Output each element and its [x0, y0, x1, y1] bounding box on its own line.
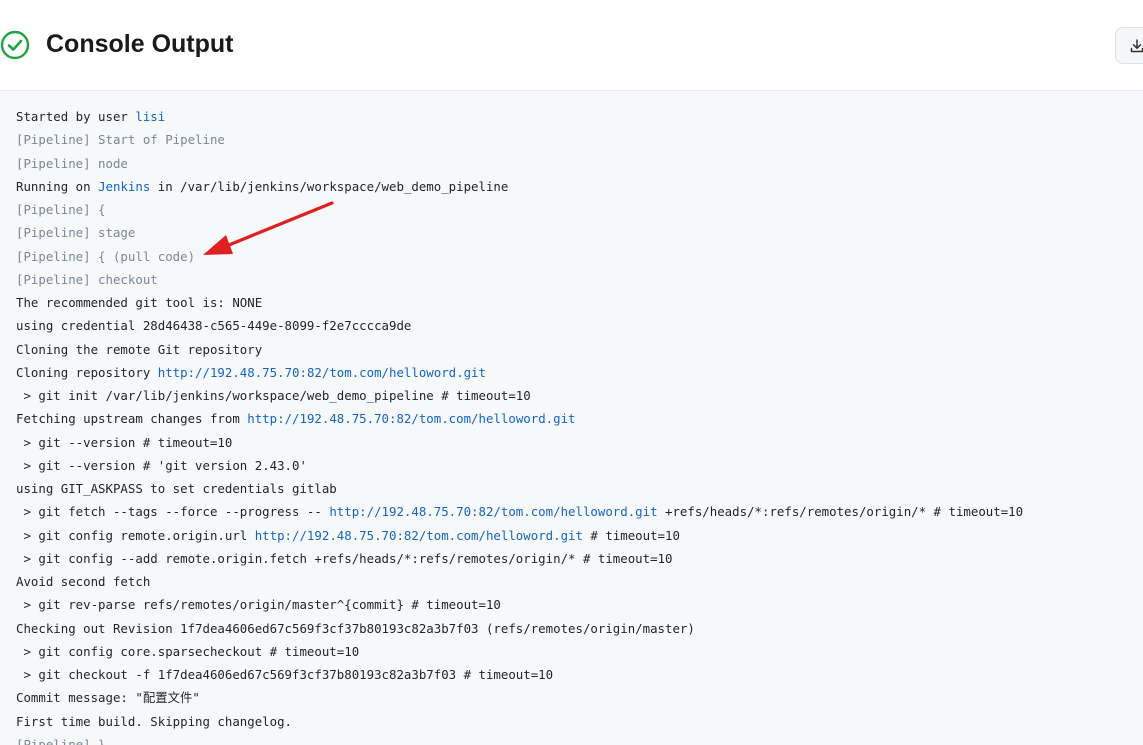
console-text: [Pipeline] stage: [16, 225, 136, 241]
console-line: Cloning the remote Git repository: [16, 338, 1023, 361]
console-text: > git --version # timeout=10: [16, 434, 233, 450]
console-line: > git init /var/lib/jenkins/workspace/we…: [16, 384, 1023, 407]
console-line: The recommended git tool is: NONE: [16, 291, 1023, 314]
console-text: [Pipeline] {: [16, 202, 106, 217]
console-text: using credential 28d46438-c565-449e-8099…: [16, 318, 412, 334]
console-text: > git fetch --tags --force --progress --: [16, 504, 330, 520]
console-text: > git config --add remote.origin.fetch +…: [16, 550, 673, 566]
console-text: First time build. Skipping changelog.: [16, 713, 293, 729]
console-text: [Pipeline] }: [16, 736, 106, 745]
console-lines: Started by user lisi [Pipeline] Start of …: [16, 105, 1023, 745]
page-header: Console Output: [0, 0, 1143, 90]
console-link[interactable]: lisi: [135, 109, 165, 124]
console-text: # timeout=10: [582, 527, 680, 543]
console-line: First time build. Skipping changelog.: [16, 710, 1023, 733]
console-text: Avoid second fetch: [16, 574, 151, 589]
console-line: Fetching upstream changes from http://19…: [16, 407, 1023, 430]
console-text: Running on: [16, 178, 99, 194]
console-text: > git rev-parse refs/remotes/origin/mast…: [16, 597, 501, 613]
console-line: [Pipeline] { (pull code): [16, 245, 1023, 268]
console-line: using GIT_ASKPASS to set credentials git…: [16, 477, 1023, 500]
console-text: [Pipeline] checkout: [16, 271, 158, 287]
console-text: in /var/lib/jenkins/workspace/web_demo_p…: [150, 178, 509, 194]
console-text: Commit message: "配置文件": [16, 690, 200, 706]
console-line: Started by user lisi: [16, 105, 1023, 128]
console-text: Checking out Revision 1f7dea4606ed67c569…: [16, 620, 695, 636]
console-line: [Pipeline] {: [16, 198, 1023, 221]
console-link[interactable]: http://192.48.75.70:82/tom.com/helloword…: [158, 365, 486, 380]
console-output: Started by user lisi [Pipeline] Start of …: [0, 90, 1143, 745]
console-text: > git config core.sparsecheckout # timeo…: [16, 643, 360, 659]
console-line: > git rev-parse refs/remotes/origin/mast…: [16, 593, 1023, 616]
console-link[interactable]: http://192.48.75.70:82/tom.com/helloword…: [247, 411, 575, 426]
console-line: using credential 28d46438-c565-449e-8099…: [16, 314, 1023, 337]
console-text: +refs/heads/*:refs/remotes/origin/* # ti…: [657, 504, 1024, 520]
console-text: Cloning the remote Git repository: [16, 341, 263, 357]
console-line: > git --version # timeout=10: [16, 431, 1023, 454]
console-line: > git checkout -f 1f7dea4606ed67c569f3cf…: [16, 663, 1023, 686]
download-icon: [1130, 39, 1143, 53]
console-text: using GIT_ASKPASS to set credentials git…: [16, 481, 337, 496]
console-text: > git checkout -f 1f7dea4606ed67c569f3cf…: [16, 667, 554, 682]
console-line: > git config --add remote.origin.fetch +…: [16, 547, 1023, 570]
page-title: Console Output: [46, 30, 234, 58]
console-text: Started by user: [16, 109, 136, 124]
console-link[interactable]: http://192.48.75.70:82/tom.com/helloword…: [329, 504, 657, 519]
console-text: Cloning repository: [16, 364, 158, 380]
check-circle-icon: [0, 30, 30, 60]
console-text: [Pipeline] Start of Pipeline: [16, 132, 225, 148]
console-line: [Pipeline] checkout: [16, 268, 1023, 291]
console-link[interactable]: Jenkins: [98, 179, 150, 194]
console-line: > git fetch --tags --force --progress --…: [16, 500, 1023, 523]
console-text: The recommended git tool is: NONE: [16, 295, 263, 310]
console-line: Commit message: "配置文件": [16, 686, 1023, 709]
console-line: [Pipeline] node: [16, 152, 1023, 175]
console-text: [Pipeline] { (pull code): [16, 248, 196, 264]
console-text: > git init /var/lib/jenkins/workspace/we…: [16, 388, 531, 403]
console-line: > git config core.sparsecheckout # timeo…: [16, 640, 1023, 663]
console-link[interactable]: http://192.48.75.70:82/tom.com/helloword…: [255, 528, 583, 543]
console-text: [Pipeline] node: [16, 155, 128, 171]
console-line: [Pipeline] Start of Pipeline: [16, 128, 1023, 151]
download-button[interactable]: [1115, 27, 1143, 64]
console-text: > git --version # 'git version 2.43.0': [16, 457, 307, 473]
console-line: Avoid second fetch: [16, 570, 1023, 593]
console-line: [Pipeline] stage: [16, 221, 1023, 244]
console-line: Checking out Revision 1f7dea4606ed67c569…: [16, 617, 1023, 640]
console-line: > git config remote.origin.url http://19…: [16, 524, 1023, 547]
console-line: > git --version # 'git version 2.43.0': [16, 454, 1023, 477]
console-line: [Pipeline] }: [16, 733, 1023, 745]
console-text: > git config remote.origin.url: [16, 527, 255, 543]
console-text: Fetching upstream changes from: [16, 411, 248, 427]
console-line: Cloning repository http://192.48.75.70:8…: [16, 361, 1023, 384]
console-line: Running on Jenkins in /var/lib/jenkins/w…: [16, 175, 1023, 198]
